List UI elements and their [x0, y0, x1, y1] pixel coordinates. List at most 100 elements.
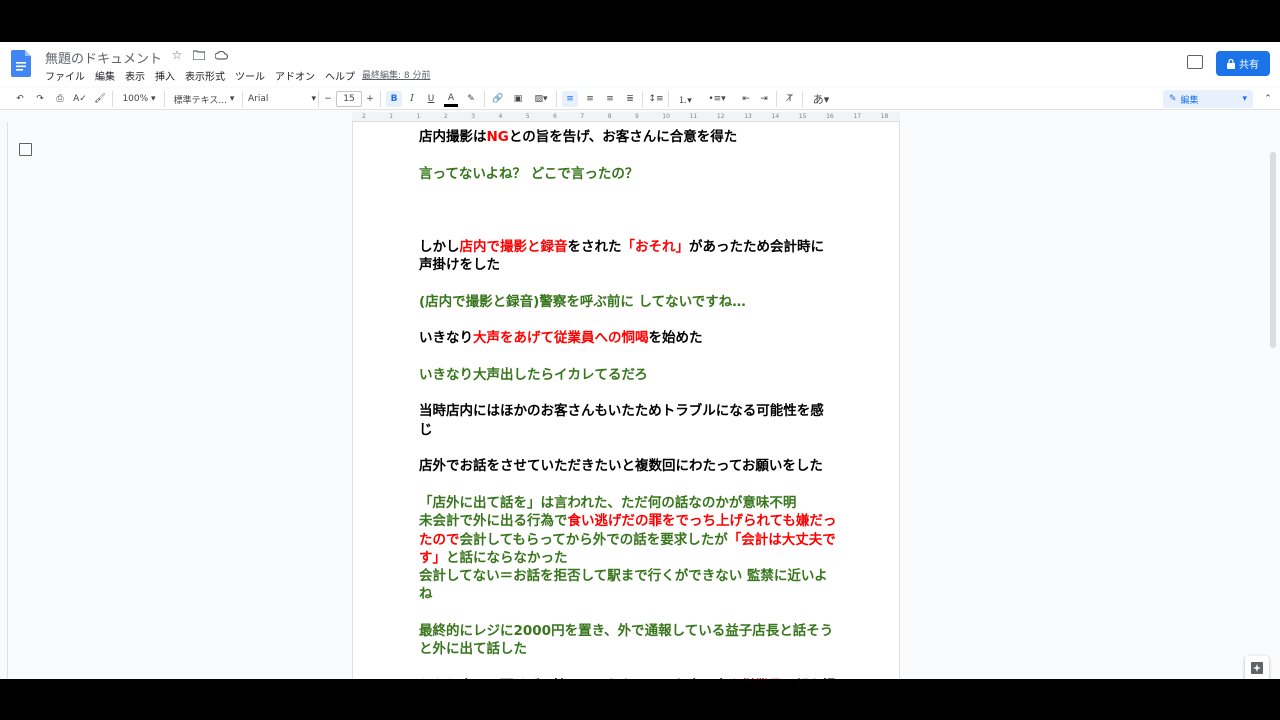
paint-format-icon[interactable]: 🖌: [92, 91, 108, 107]
italic-button[interactable]: I: [405, 91, 419, 107]
paragraph[interactable]: [419, 201, 837, 219]
ruler-mark: 1: [389, 113, 394, 120]
ruler-mark: 2: [362, 113, 366, 120]
menu-edit[interactable]: 編集: [95, 68, 115, 83]
increase-indent-icon[interactable]: ⇥: [756, 91, 772, 107]
text-run: 「おそれ」: [621, 238, 690, 255]
paragraph[interactable]: 当時店内にはほかのお客さんもいたためトラブルになる可能性を感じ: [419, 402, 837, 439]
numbered-list-icon[interactable]: ⒈▾: [674, 91, 696, 107]
menu-insert[interactable]: 挿入: [155, 68, 175, 83]
clear-formatting-icon[interactable]: T̸: [782, 91, 798, 107]
text-color-button[interactable]: A: [444, 91, 458, 107]
menu-view[interactable]: 表示: [125, 68, 145, 83]
font-size-input[interactable]: 15: [336, 91, 362, 107]
comment-history-icon[interactable]: [1187, 55, 1203, 69]
menu-format[interactable]: 表示形式: [185, 68, 225, 83]
insert-image-icon[interactable]: ▨▾: [530, 91, 552, 107]
document-page[interactable]: 店内撮影はNGとの旨を告げ、お客さんに合意を得た 言ってないよね？ どこで言ったの…: [352, 122, 900, 679]
bulleted-list-icon[interactable]: •≡▾: [704, 91, 730, 107]
paragraph[interactable]: 会計してない＝お話を拒否して駅まで行くができない 監禁に近いよね: [419, 567, 837, 604]
paragraph[interactable]: いきなり大声をあげて従業員への恫喝を始めた: [419, 329, 837, 347]
zoom-value: 100%: [122, 94, 149, 104]
share-button[interactable]: 共有: [1216, 51, 1270, 76]
paragraph[interactable]: 言ってないよね？ どこで言ったの？: [419, 165, 837, 183]
text-run: 店内撮影は: [419, 129, 487, 145]
text-run: 従業員の顔: [741, 678, 809, 679]
ruler-mark: 16: [826, 113, 834, 120]
explore-button[interactable]: [1245, 656, 1269, 679]
text-run: 最終的にレジに2000円を置き、外で通報している益子店長と話そうと外に出て話した: [419, 623, 834, 658]
text-run: しかし応じて頂けず、持っていたカメラでお店の中や: [419, 678, 741, 679]
ruler-mark: 12: [716, 113, 725, 120]
editing-mode-label: 編集: [1180, 95, 1199, 106]
menu-addons[interactable]: アドオン: [275, 68, 315, 83]
add-comment-icon[interactable]: ▣: [510, 91, 526, 107]
paragraph-style-select[interactable]: 標準テキス... ▾: [170, 91, 238, 107]
font-select[interactable]: Arial ▾: [248, 91, 316, 107]
document-body[interactable]: 店内撮影はNGとの旨を告げ、お客さんに合意を得た 言ってないよね？ どこで言ったの…: [419, 128, 837, 679]
line-spacing-icon[interactable]: ↕≡: [648, 91, 664, 107]
ruler-mark: 5: [525, 113, 530, 120]
collapse-menus-icon[interactable]: ⌃: [1262, 91, 1274, 107]
paragraph[interactable]: いきなり大声出したらイカレてるだろ: [419, 366, 837, 384]
ruler-mark: 4: [498, 113, 503, 120]
ruler-mark: 1: [416, 113, 421, 120]
paragraph[interactable]: しかし店内で撮影と録音をされた「おそれ」があったため会計時に声掛けをした: [419, 238, 837, 275]
cloud-status-icon[interactable]: [214, 48, 228, 62]
text-run: をされた: [567, 238, 622, 255]
move-folder-icon[interactable]: [192, 48, 206, 62]
title-bar: 無題のドキュメント ☆ ファイル 編集 表示 挿入 表示形式 ツール アドオン …: [0, 42, 1280, 86]
font-value: Arial: [248, 94, 269, 104]
text-run: 会計してもらってから外での話を要求したが: [459, 531, 728, 548]
paragraph[interactable]: 未会計で外に出る行為で食い逃げだの罪をでっち上げられても嫌だったので会計してもら…: [419, 512, 837, 567]
zoom-select[interactable]: 100% ▾: [118, 91, 160, 107]
text-run: (店内で撮影と録音)警察を呼ぶ前に してないですね…: [419, 293, 746, 310]
align-center-icon[interactable]: ≡: [582, 91, 598, 107]
letterbox-bottom: [0, 679, 1280, 720]
underline-button[interactable]: U: [424, 91, 438, 107]
paragraph[interactable]: (店内で撮影と録音)警察を呼ぶ前に してないですね…: [419, 293, 837, 311]
spellcheck-icon[interactable]: A✓: [72, 91, 88, 107]
ruler-mark: 11: [689, 113, 698, 120]
font-size-increase-button[interactable]: +: [364, 91, 376, 107]
menu-file[interactable]: ファイル: [45, 68, 85, 83]
vertical-scrollbar[interactable]: [1270, 152, 1276, 348]
document-title[interactable]: 無題のドキュメント: [45, 48, 162, 67]
insert-link-icon[interactable]: 🔗: [490, 91, 506, 107]
formatting-toolbar: ↶ ↷ ⎙ A✓ 🖌 100% ▾ 標準テキス... ▾ Arial ▾ − 15…: [0, 88, 1280, 110]
document-outline-icon[interactable]: [19, 143, 32, 156]
align-right-icon[interactable]: ≡: [602, 91, 618, 107]
font-size-decrease-button[interactable]: −: [322, 91, 334, 107]
menu-help[interactable]: ヘルプ: [325, 68, 355, 83]
bold-button[interactable]: B: [386, 91, 402, 107]
redo-icon[interactable]: ↷: [32, 91, 48, 107]
align-justify-icon[interactable]: ≣: [622, 91, 638, 107]
paragraph[interactable]: 店外でお話をさせていただきたいと複数回にわたってお願いをした: [419, 457, 837, 475]
horizontal-ruler[interactable]: 2 1 1 2 3 4 5 6 7 8 9 10 11 12 13 14 15 16 17 18: [352, 112, 900, 122]
menu-tools[interactable]: ツール: [235, 68, 265, 83]
undo-icon[interactable]: ↶: [12, 91, 28, 107]
paragraph[interactable]: 最終的にレジに2000円を置き、外で通報している益子店長と話そうと外に出て話した: [419, 622, 837, 659]
paragraph[interactable]: 店内撮影はNGとの旨を告げ、お客さんに合意を得た: [419, 128, 837, 146]
align-left-icon[interactable]: ≡: [562, 91, 578, 107]
lock-icon: [1227, 58, 1235, 69]
paragraph[interactable]: しかし応じて頂けず、持っていたカメラでお店の中や従業員の顔を撮影・録音を始めた: [419, 677, 837, 679]
text-run: 店外でお話をさせていただきたいと複数回にわたってお願いをした: [419, 458, 823, 475]
print-icon[interactable]: ⎙: [52, 91, 68, 107]
text-run: 大声をあげて従業員への恫喝: [473, 330, 649, 347]
ruler-mark: 6: [553, 113, 557, 120]
highlight-color-icon[interactable]: ✎: [464, 91, 478, 107]
decrease-indent-icon[interactable]: ⇤: [738, 91, 754, 107]
paragraph[interactable]: 「店外に出て話を」は言われた、ただ何の話なのかが意味不明: [419, 494, 837, 512]
pencil-icon: ✎: [1169, 94, 1177, 104]
editing-mode-select[interactable]: ✎ 編集 ▾: [1163, 90, 1253, 108]
ruler-mark: 3: [471, 113, 476, 120]
vertical-ruler[interactable]: [0, 122, 8, 679]
star-icon[interactable]: ☆: [170, 48, 184, 62]
text-run: いきなり: [419, 330, 473, 347]
docs-logo-icon[interactable]: [11, 50, 31, 77]
last-edit-link[interactable]: 最終編集: 8 分前: [362, 68, 430, 81]
input-tools-button[interactable]: あ ▾: [808, 91, 834, 107]
ruler-mark: 15: [798, 113, 807, 120]
text-run: しかし: [419, 238, 460, 255]
